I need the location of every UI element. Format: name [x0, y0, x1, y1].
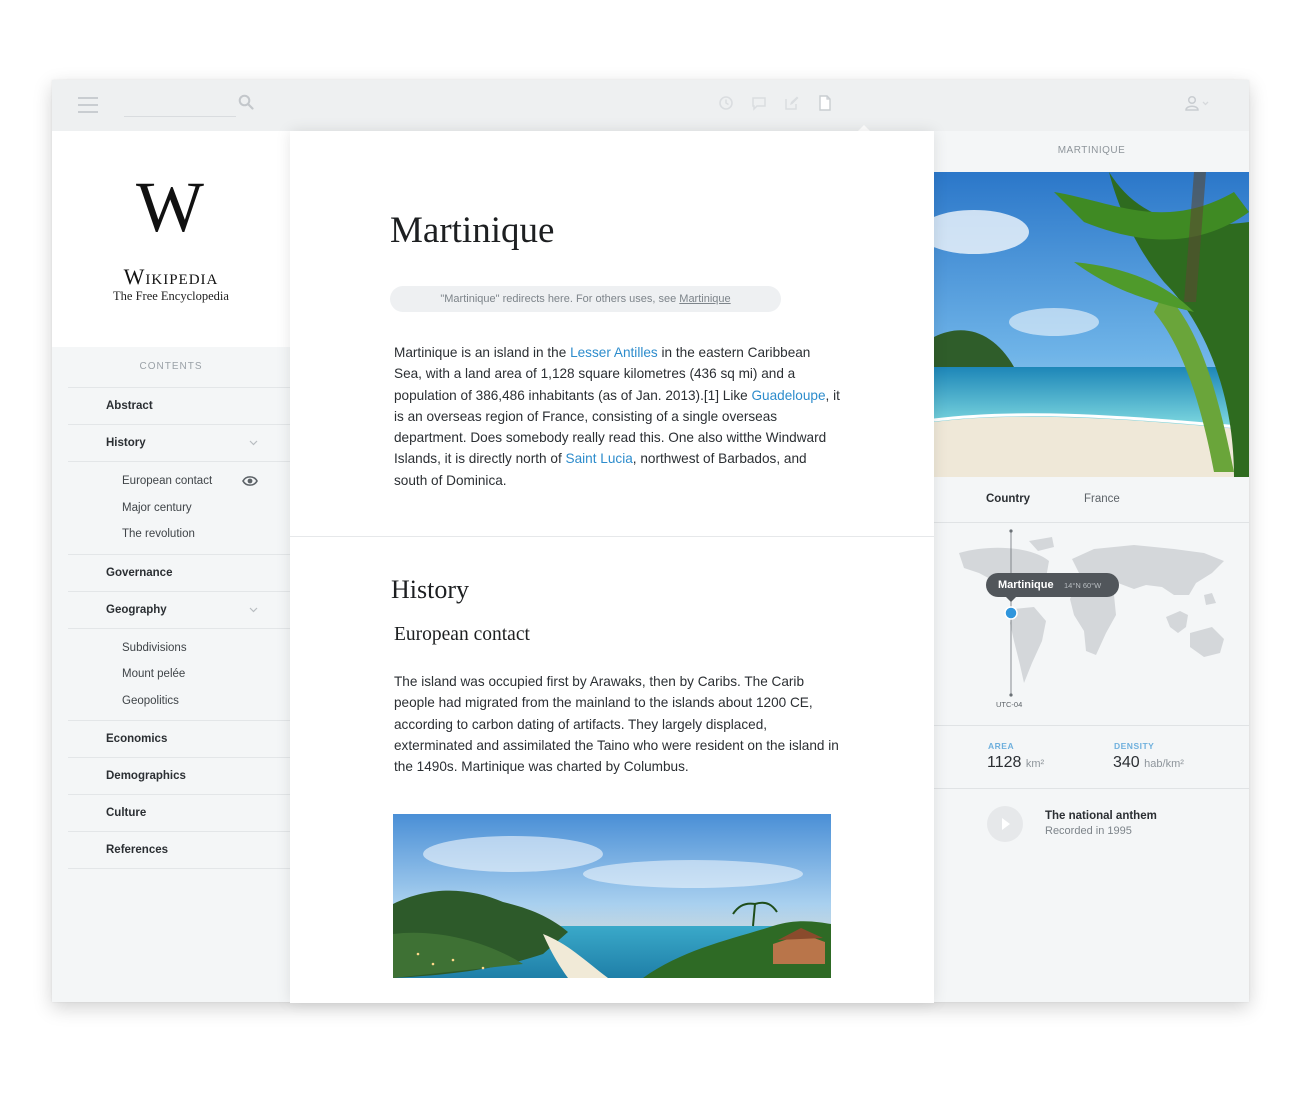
map-location-coords: 14°N 60°W — [1064, 581, 1102, 590]
toc-sublist-geography: Subdivisions Mount pelée Geopolitics — [68, 627, 290, 721]
toc-subitem-european-contact[interactable]: European contact — [68, 468, 290, 495]
menu-icon[interactable] — [78, 97, 98, 113]
density-unit: hab/km² — [1144, 758, 1184, 770]
coast-photo-illustration — [393, 814, 831, 978]
svg-text:W: W — [136, 177, 204, 237]
article: Martinique "Martinique" redirects here. … — [290, 131, 934, 1003]
link-guadeloupe[interactable]: Guadeloupe — [751, 388, 825, 403]
play-button[interactable] — [987, 806, 1023, 842]
user-icon[interactable] — [1185, 95, 1209, 111]
section-heading-history: History — [391, 575, 469, 604]
wikipedia-logo[interactable]: W Wikipedia The Free Encyclopedia — [52, 131, 290, 347]
country-label: Country — [986, 493, 1031, 505]
sidebar: W Wikipedia The Free Encyclopedia CONTEN… — [52, 131, 290, 1002]
density-value: 340 — [1113, 754, 1140, 771]
toc-item-label: Demographics — [106, 770, 186, 782]
toc-subitem-label: Mount pelée — [122, 668, 186, 680]
coast-photo — [393, 814, 831, 978]
timezone-label: UTC-04 — [996, 700, 1023, 709]
area-value: 1128 — [987, 754, 1022, 771]
search-icon[interactable] — [238, 94, 254, 110]
toc-subitem-major-century[interactable]: Major century — [68, 495, 290, 522]
section-divider — [290, 536, 934, 537]
area-stat: 1128 km² — [987, 754, 1044, 772]
toc-item-label: Economics — [106, 733, 168, 745]
page-title: Martinique — [390, 210, 555, 251]
toc-subitem-mount-pelee[interactable]: Mount pelée — [68, 661, 290, 688]
map-location-tooltip: Martinique 14°N 60°W — [986, 573, 1119, 597]
world-map[interactable]: Martinique 14°N 60°W UTC-04 — [934, 523, 1249, 726]
redirect-link[interactable]: Martinique — [679, 293, 730, 305]
toc-subitem-subdivisions[interactable]: Subdivisions — [68, 635, 290, 662]
app-window: W Wikipedia The Free Encyclopedia CONTEN… — [52, 80, 1249, 1003]
article-icon[interactable] — [817, 95, 833, 111]
logo-subtitle: The Free Encyclopedia — [113, 289, 229, 303]
area-unit: km² — [1025, 758, 1045, 770]
wikipedia-w-icon: W — [136, 177, 204, 237]
logo-title: Wikipedia — [123, 264, 219, 289]
density-label: DENSITY — [1114, 741, 1155, 751]
toc-divider — [68, 868, 290, 869]
toc-subitem-the-revolution[interactable]: The revolution — [68, 521, 290, 548]
infobox-panel: MARTINIQUE Country France Martinique 14°… — [934, 131, 1249, 1002]
stats-row: AREA 1128 km² DENSITY 340 hab/km² — [934, 726, 1249, 789]
toc-subitem-label: Major century — [122, 501, 192, 514]
chevron-down-icon[interactable] — [249, 438, 258, 447]
toc-item-geography[interactable]: Geography — [68, 590, 290, 628]
table-of-contents: Abstract History European contact Major … — [68, 387, 290, 869]
chevron-down-icon[interactable] — [249, 605, 258, 614]
toc-item-label: History — [106, 437, 146, 449]
toc-subitem-label: Subdivisions — [122, 641, 187, 654]
density-stat: 340 hab/km² — [1113, 754, 1184, 772]
eye-icon — [242, 476, 258, 486]
intro-text: Martinique is an island in the — [394, 345, 571, 360]
country-value[interactable]: France — [1084, 493, 1120, 505]
redirect-notice: "Martinique" redirects here. For others … — [390, 286, 781, 312]
toc-item-label: Governance — [106, 566, 173, 579]
world-map-graphic — [959, 529, 1224, 697]
toc-item-references[interactable]: References — [68, 831, 290, 868]
toc-subitem-label: The revolution — [122, 528, 195, 540]
country-row: Country France — [934, 477, 1249, 523]
toc-heading: CONTENTS — [139, 361, 203, 372]
toc-item-demographics[interactable]: Demographics — [68, 757, 290, 794]
history-paragraph: The island was occupied first by Arawaks… — [394, 674, 839, 775]
area-label: AREA — [988, 741, 1015, 751]
redirect-text: "Martinique" redirects here. For others … — [440, 293, 680, 305]
toc-item-label: Geography — [106, 603, 167, 616]
toc-subitem-label: European contact — [122, 475, 213, 487]
toc-item-label: Culture — [106, 807, 147, 819]
search-input[interactable] — [124, 92, 236, 117]
anthem-title[interactable]: The national anthem — [1045, 810, 1157, 822]
map-location-name: Martinique — [998, 579, 1054, 591]
link-saint-lucia[interactable]: Saint Lucia — [566, 451, 633, 466]
intro-paragraph: Martinique is an island in the Lesser An… — [394, 342, 842, 491]
history-icon[interactable] — [718, 95, 734, 111]
toc-item-label: Abstract — [106, 400, 153, 412]
toc-item-culture[interactable]: Culture — [68, 794, 290, 831]
subsection-heading-european-contact: European contact — [394, 624, 530, 645]
toc-item-economics[interactable]: Economics — [68, 720, 290, 757]
toc-sublist-history: European contact Major century The revol… — [68, 461, 290, 554]
beach-photo-illustration — [934, 172, 1249, 477]
beach-photo — [934, 172, 1249, 477]
anthem-subtitle: Recorded in 1995 — [1045, 825, 1132, 837]
link-lesser-antilles[interactable]: Lesser Antilles — [570, 345, 658, 360]
toc-subitem-geopolitics[interactable]: Geopolitics — [68, 688, 290, 715]
infobox-header: MARTINIQUE — [1057, 145, 1126, 156]
edit-icon[interactable] — [784, 95, 800, 111]
play-icon — [1002, 818, 1010, 830]
toc-item-governance[interactable]: Governance — [68, 553, 290, 591]
top-bar — [52, 80, 1249, 133]
toc-item-abstract[interactable]: Abstract — [68, 387, 290, 424]
talk-icon[interactable] — [751, 95, 767, 111]
toc-item-history[interactable]: History — [68, 424, 290, 461]
toc-item-label: References — [106, 844, 169, 856]
toc-subitem-label: Geopolitics — [122, 694, 179, 707]
